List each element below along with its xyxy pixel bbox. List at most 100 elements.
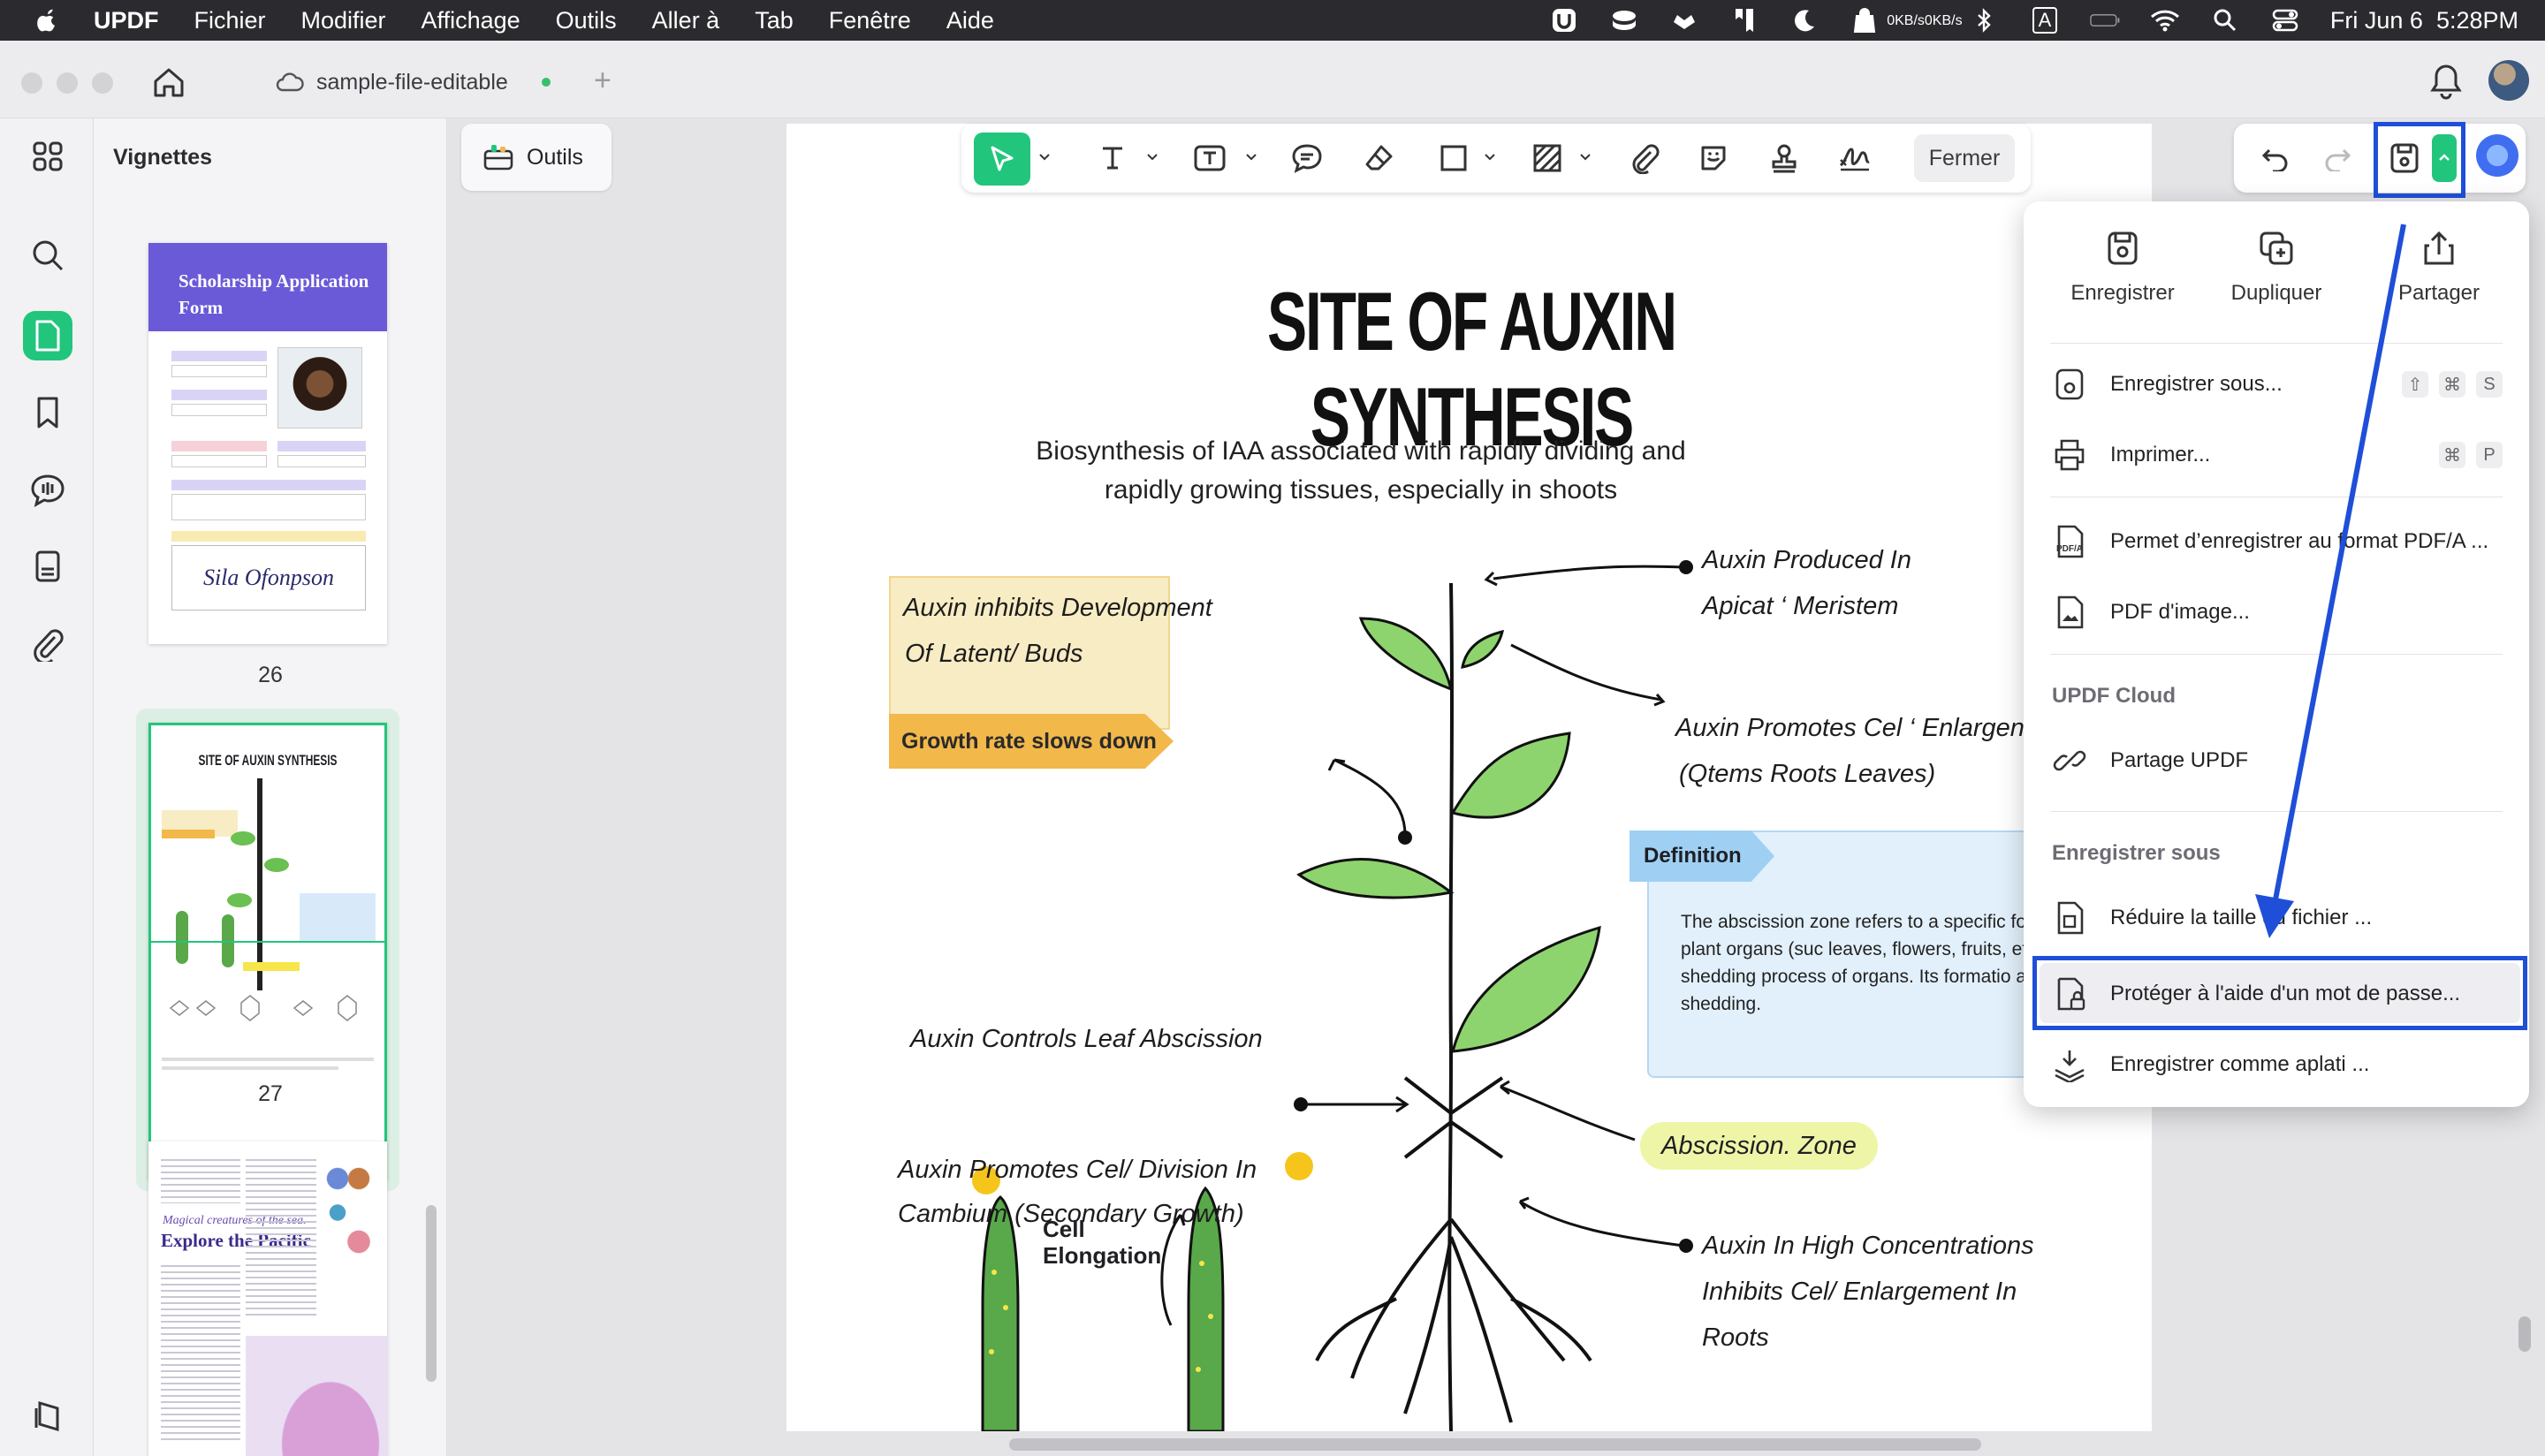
zoom-window-button[interactable]: [92, 72, 113, 94]
bookmark-status-icon[interactable]: [1729, 7, 1759, 34]
menu-item-save-flattened[interactable]: Enregistrer comme aplati ...: [2043, 1032, 2510, 1097]
rail-bookmarks-button[interactable]: [29, 394, 66, 431]
textbox-chevron-down-icon[interactable]: [1244, 150, 1258, 164]
redact-chevron-down-icon[interactable]: [1578, 150, 1592, 164]
redact-tool-button[interactable]: [1529, 140, 1566, 177]
rail-attachments-button[interactable]: [29, 626, 66, 663]
rail-comments-button[interactable]: [29, 472, 66, 509]
menu-item-save-as[interactable]: Enregistrer sous... ⇧ ⌘ S: [2043, 352, 2510, 417]
close-window-button[interactable]: [21, 72, 42, 94]
sticker-tool-button[interactable]: [1695, 140, 1732, 177]
shape-chevron-down-icon[interactable]: [1483, 150, 1497, 164]
home-button[interactable]: [150, 64, 187, 101]
dropdown-duplicate-button[interactable]: Dupliquer: [2197, 228, 2356, 306]
outils-button[interactable]: Outils: [461, 124, 612, 191]
menu-item-pdf-image[interactable]: PDF d'image...: [2043, 580, 2510, 645]
thumbnail-number-27: 27: [258, 1081, 283, 1106]
left-tool-rail: [0, 118, 94, 1456]
spotlight-search-icon[interactable]: [2210, 7, 2240, 34]
share-updf-label: Partage UPDF: [2110, 748, 2249, 772]
rail-organize-button[interactable]: [29, 548, 66, 585]
fermer-button[interactable]: Fermer: [1914, 134, 2015, 182]
apple-icon[interactable]: [34, 7, 60, 34]
clock[interactable]: Fri Jun 6 5:28PM: [2330, 7, 2518, 34]
section-save-as: Enregistrer sous: [2052, 841, 2221, 865]
growth-rate-tag: Growth rate slows down: [889, 714, 1174, 769]
undo-icon: [2261, 148, 2288, 171]
menu-item-share-updf[interactable]: Partage UPDF: [2043, 728, 2510, 793]
menu-tab[interactable]: Tab: [755, 7, 794, 34]
redo-button[interactable]: [2319, 140, 2356, 177]
battery-icon[interactable]: [2090, 7, 2120, 34]
disk-icon[interactable]: [1609, 7, 1639, 34]
ai-assistant-button[interactable]: [2476, 134, 2518, 177]
shortcut-key: P: [2476, 442, 2503, 468]
redo-icon: [2325, 148, 2351, 171]
document-stack-icon: [35, 550, 60, 582]
menu-fenetre[interactable]: Fenêtre: [829, 7, 911, 34]
save-icon: [2108, 231, 2138, 265]
user-avatar[interactable]: [2488, 60, 2529, 101]
moon-icon[interactable]: [1789, 7, 1819, 34]
menu-modifier[interactable]: Modifier: [301, 7, 386, 34]
attach-tool-button[interactable]: [1626, 140, 1663, 177]
reduce-size-label: Réduire la taille du fichier ...: [2110, 906, 2373, 929]
thumbnail-page-28[interactable]: Magical creatures of the sea. Explore th…: [148, 1141, 387, 1456]
minimize-window-button[interactable]: [57, 72, 78, 94]
text-chevron-down-icon[interactable]: [1145, 150, 1159, 164]
share-icon: [2424, 231, 2454, 265]
rail-thumbnails-button[interactable]: [23, 311, 72, 360]
textbox-tool-button[interactable]: [1191, 140, 1228, 177]
dropdown-duplicate-label: Dupliquer: [2230, 281, 2322, 305]
menu-updf[interactable]: UPDF: [94, 7, 159, 34]
rail-layers-button[interactable]: [29, 1398, 66, 1435]
pdfa-label: Permet d’enregistrer au format PDF/A ...: [2110, 529, 2489, 553]
bluetooth-icon[interactable]: [1970, 7, 2000, 34]
dropdown-save-button[interactable]: Enregistrer: [2043, 228, 2202, 306]
leaf-abscission-label: Auxin Controls Leaf Abscission: [910, 1025, 1263, 1053]
signature-tool-button[interactable]: [1836, 140, 1873, 177]
wifi-icon[interactable]: [2150, 7, 2180, 34]
updf-status-icon[interactable]: [1549, 7, 1579, 34]
save-as-label: Enregistrer sous...: [2110, 372, 2283, 396]
thumbnails-scrollbar[interactable]: [426, 1205, 437, 1382]
comment-tool-button[interactable]: [1288, 140, 1326, 177]
menu-item-pdfa[interactable]: PDF/A Permet d’enregistrer au format PDF…: [2043, 509, 2510, 574]
undo-button[interactable]: [2257, 140, 2294, 177]
cloud-download-icon[interactable]: [1669, 7, 1699, 34]
menu-item-print[interactable]: Imprimer... ⌘ P: [2043, 422, 2510, 488]
dropdown-share-button[interactable]: Partager: [2359, 228, 2518, 306]
home-icon: [154, 68, 184, 97]
rectangle-tool-button[interactable]: [1435, 140, 1472, 177]
abscission-zone-pill: Abscission. Zone: [1640, 1122, 1878, 1170]
rail-search-button[interactable]: [29, 237, 66, 274]
shortcut-key: ⌘: [2439, 371, 2465, 398]
thumb-26-title: Scholarship Application Form: [179, 270, 369, 318]
input-source-icon[interactable]: A: [2030, 7, 2060, 34]
stamp-tool-button[interactable]: [1766, 140, 1803, 177]
menu-outils[interactable]: Outils: [556, 7, 617, 34]
menu-aide[interactable]: Aide: [946, 7, 994, 34]
pdfa-icon: PDF/A: [2056, 525, 2084, 558]
svg-text:PDF/A: PDF/A: [2056, 544, 2083, 554]
document-tab[interactable]: sample-file-editable: [276, 62, 551, 102]
rail-apps-button[interactable]: [29, 138, 66, 175]
control-center-icon[interactable]: [2270, 7, 2300, 34]
text-tool-button[interactable]: [1094, 140, 1131, 177]
thumbnail-page-27[interactable]: SITE OF AUXIN SYNTHESIS: [148, 723, 387, 1180]
select-tool-button[interactable]: [974, 133, 1030, 186]
horizontal-scrollbar[interactable]: [1009, 1438, 1981, 1451]
pdf-page[interactable]: SITE OF AUXIN SYNTHESIS Biosynthesis of …: [786, 124, 2152, 1431]
signature-icon: [1839, 148, 1870, 171]
menu-item-reduce-size[interactable]: Réduire la taille du fichier ...: [2043, 885, 2510, 951]
add-tab-button[interactable]: +: [594, 64, 612, 98]
notifications-button[interactable]: [2428, 62, 2464, 101]
menu-fichier[interactable]: Fichier: [194, 7, 266, 34]
select-chevron-down-icon[interactable]: [1037, 150, 1052, 164]
eraser-tool-button[interactable]: [1361, 140, 1398, 177]
thumbnail-page-26[interactable]: Scholarship Application Form Sila Ofonps…: [148, 243, 387, 644]
vertical-scrollbar[interactable]: [2518, 1316, 2531, 1352]
menu-aller-a[interactable]: Aller à: [652, 7, 720, 34]
menu-affichage[interactable]: Affichage: [422, 7, 520, 34]
bag-icon[interactable]: [1850, 7, 1880, 34]
